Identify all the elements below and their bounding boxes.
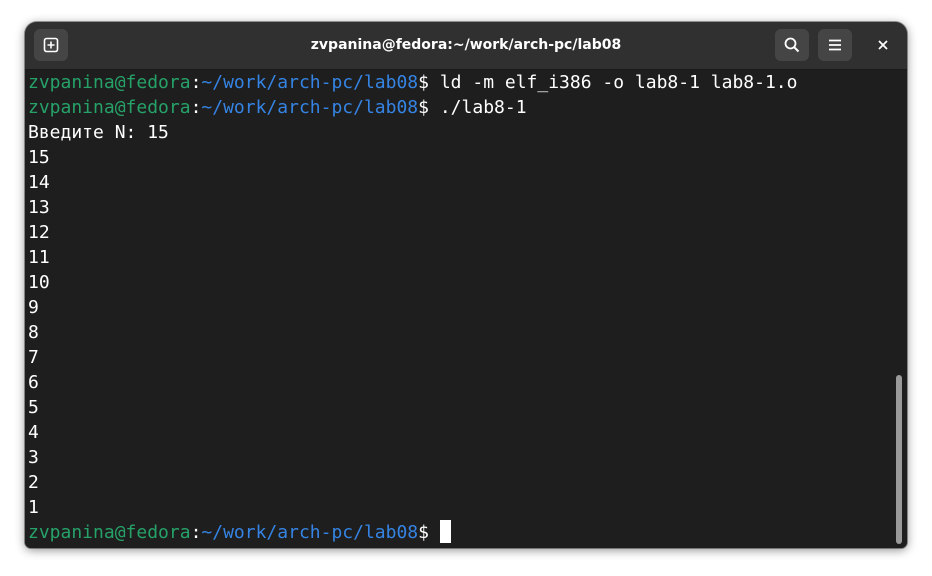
- output-line: Введите N: 15: [28, 122, 169, 143]
- menu-button[interactable]: [818, 29, 852, 61]
- command-line: zvpanina@fedora:~/work/arch-pc/lab08$ ld…: [28, 70, 893, 95]
- terminal-window: zvpanina@fedora:~/work/arch-pc/lab08 zvp…: [25, 22, 907, 548]
- output-line: 5: [28, 397, 39, 418]
- search-button[interactable]: [775, 29, 809, 61]
- prompt-separator: :: [190, 72, 202, 93]
- terminal-area[interactable]: zvpanina@fedora:~/work/arch-pc/lab08$ ld…: [25, 70, 907, 548]
- close-icon: [878, 37, 888, 55]
- search-icon: [784, 37, 800, 53]
- output-line: 10: [28, 272, 50, 293]
- prompt-user: zvpanina@fedora: [28, 522, 191, 543]
- output-line: 7: [28, 347, 39, 368]
- output-line: 13: [28, 197, 50, 218]
- terminal-lines: zvpanina@fedora:~/work/arch-pc/lab08$ ld…: [28, 70, 893, 545]
- output-line: 14: [28, 172, 50, 193]
- output-line: 1: [28, 497, 39, 518]
- command-text: ./lab8-1: [439, 97, 527, 118]
- command-line: zvpanina@fedora:~/work/arch-pc/lab08$: [28, 520, 893, 545]
- output-line: 9: [28, 297, 39, 318]
- prompt-dollar: $: [418, 522, 440, 543]
- command-text: ld -m elf_i386 -o lab8-1 lab8-1.o: [439, 72, 798, 93]
- command-line: zvpanina@fedora:~/work/arch-pc/lab08$ ./…: [28, 95, 893, 120]
- prompt-path: ~/work/arch-pc/lab08: [201, 97, 419, 118]
- output-line: 3: [28, 447, 39, 468]
- hamburger-menu-icon: [827, 37, 843, 53]
- vertical-scrollbar[interactable]: [896, 70, 904, 548]
- output-line: 11: [28, 247, 50, 268]
- text-cursor: [439, 520, 451, 543]
- header-bar: zvpanina@fedora:~/work/arch-pc/lab08: [25, 22, 907, 70]
- prompt-user: zvpanina@fedora: [28, 72, 191, 93]
- prompt-path: ~/work/arch-pc/lab08: [201, 72, 419, 93]
- prompt-path: ~/work/arch-pc/lab08: [201, 522, 419, 543]
- output-line: 4: [28, 422, 39, 443]
- prompt-user: zvpanina@fedora: [28, 97, 191, 118]
- output-line: 6: [28, 372, 39, 393]
- prompt-dollar: $: [418, 72, 440, 93]
- close-button[interactable]: [871, 34, 895, 58]
- output-line: 8: [28, 322, 39, 343]
- prompt-separator: :: [190, 97, 202, 118]
- prompt-dollar: $: [418, 97, 440, 118]
- output-line: 2: [28, 472, 39, 493]
- scrollbar-thumb[interactable]: [896, 375, 902, 544]
- output-line: 15: [28, 147, 50, 168]
- prompt-separator: :: [190, 522, 202, 543]
- output-line: 12: [28, 222, 50, 243]
